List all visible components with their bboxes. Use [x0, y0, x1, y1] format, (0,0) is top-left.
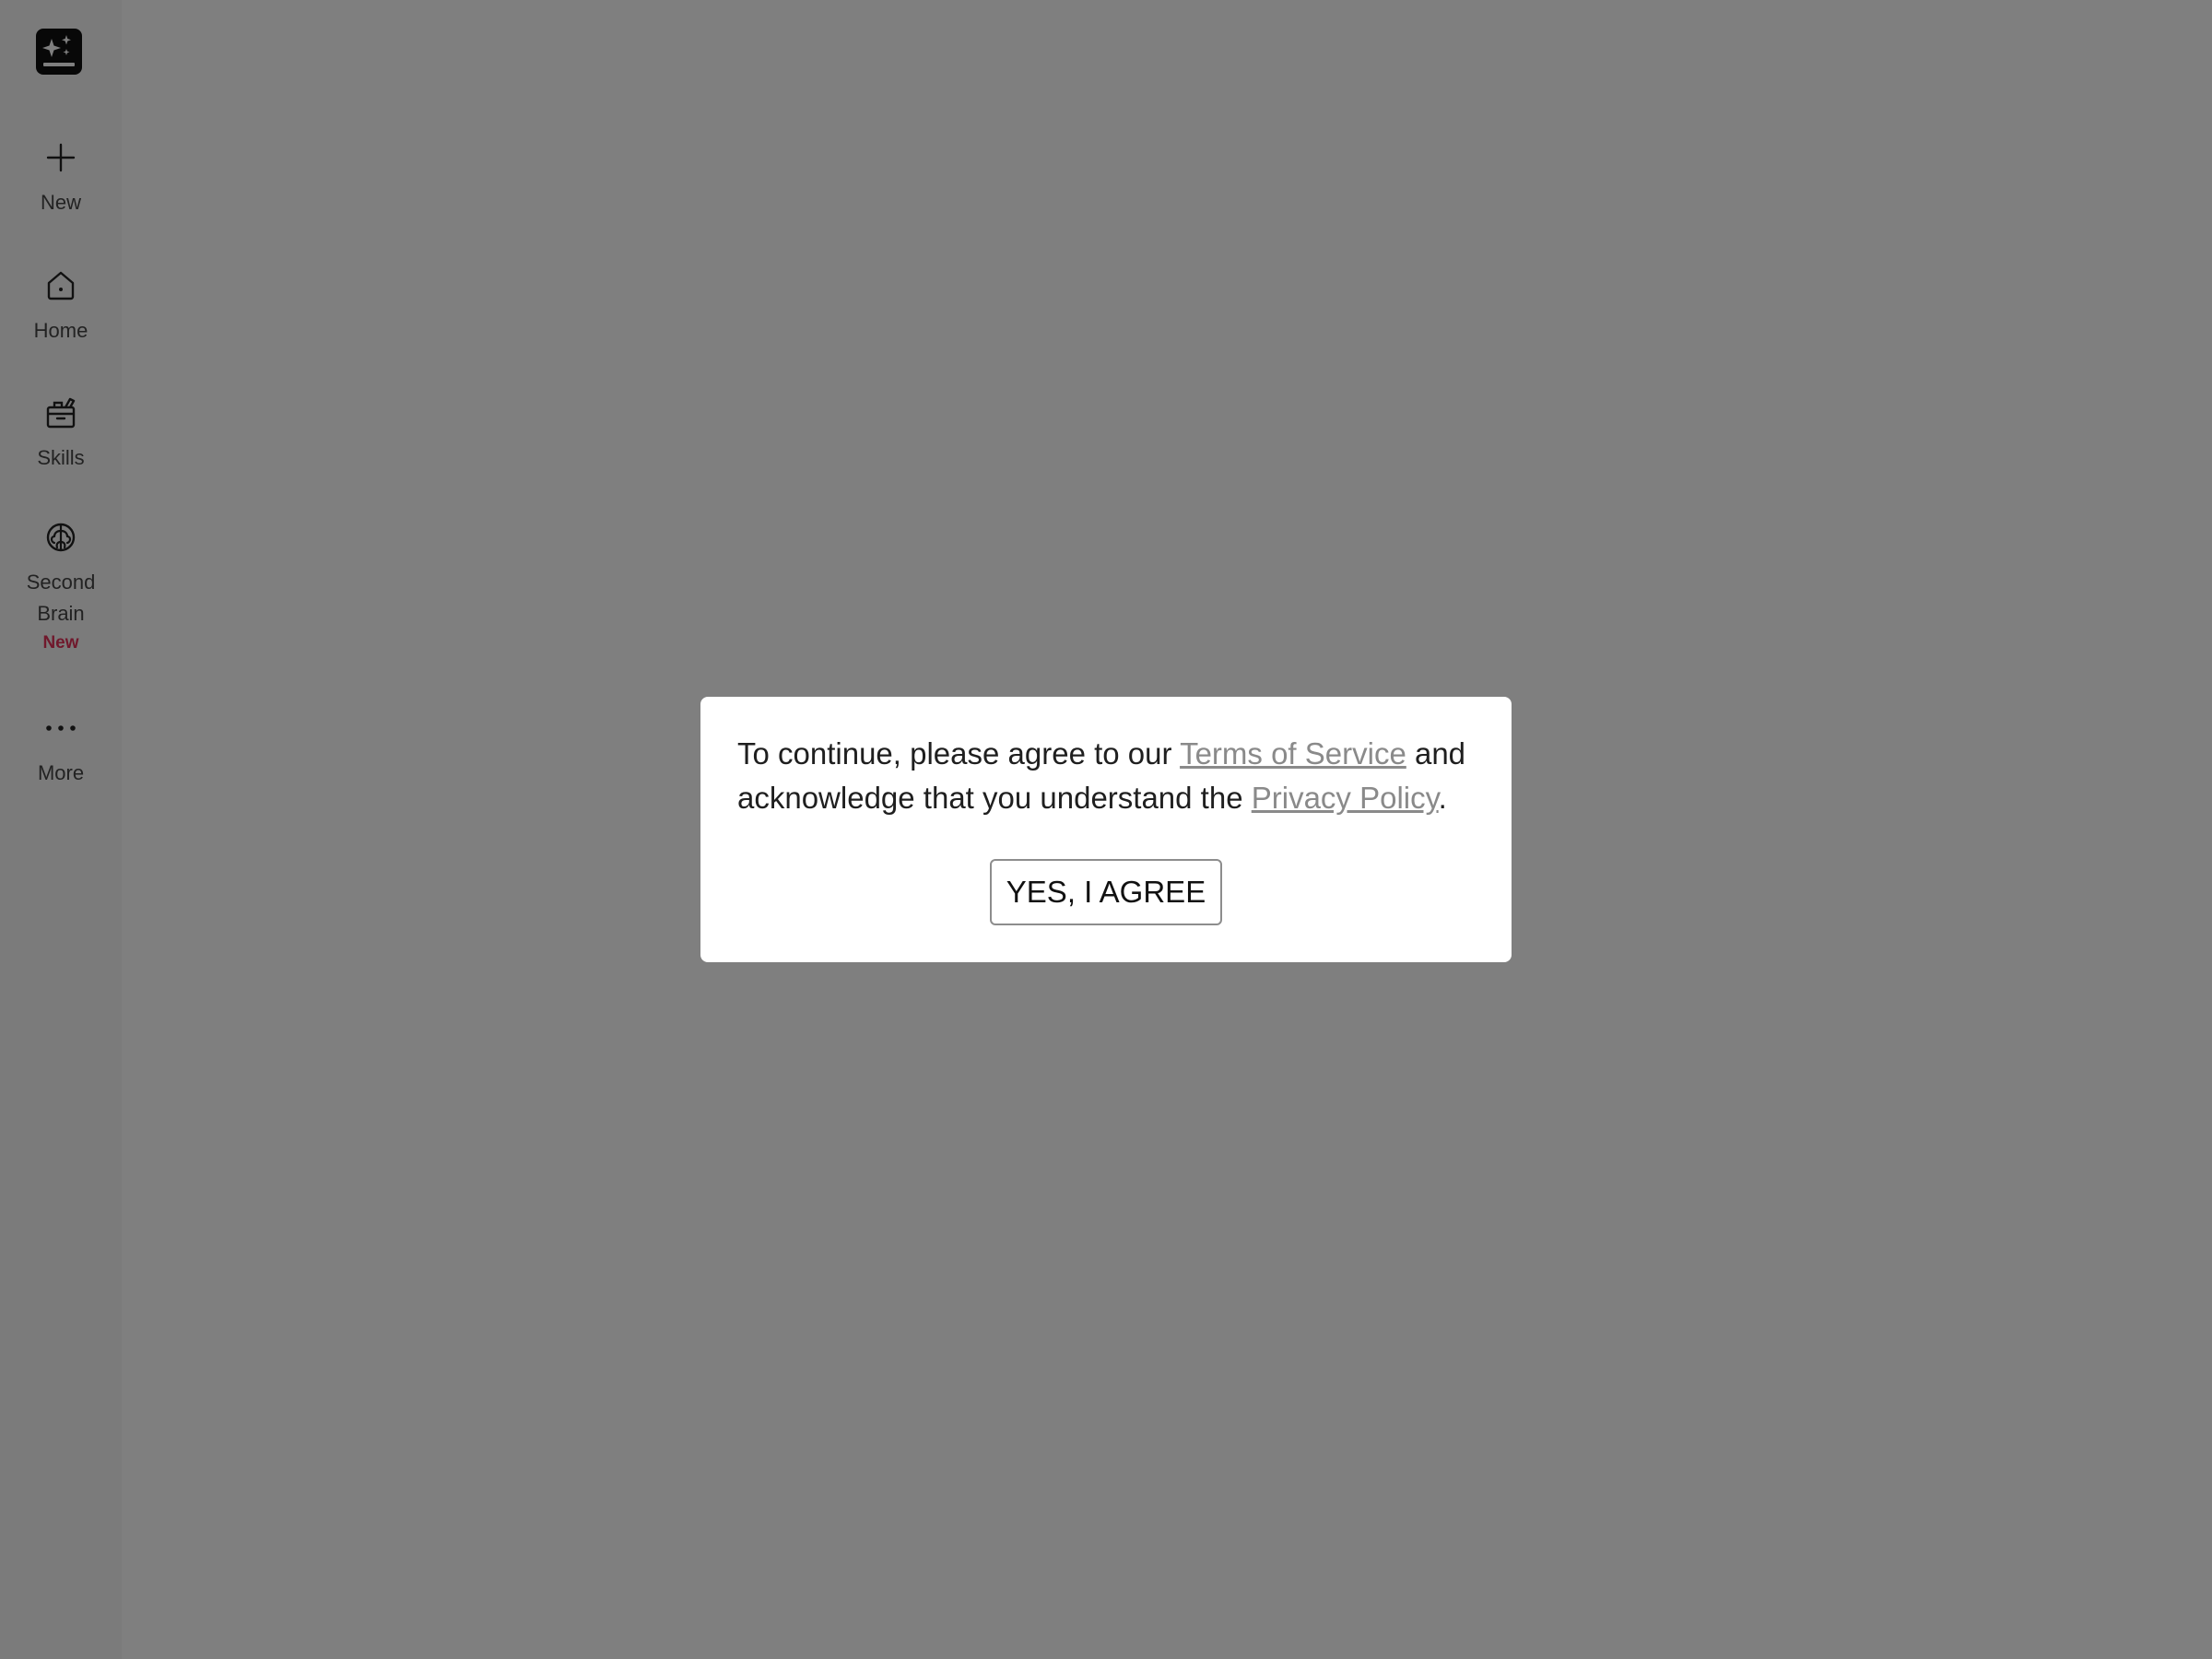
- terms-message-suffix: .: [1438, 781, 1447, 815]
- terms-dialog: To continue, please agree to our Terms o…: [700, 697, 1512, 962]
- privacy-policy-link[interactable]: Privacy Policy: [1252, 781, 1439, 815]
- app-window: New Home Skills: [0, 0, 2212, 1659]
- terms-message: To continue, please agree to our Terms o…: [737, 732, 1475, 820]
- agree-button[interactable]: YES, I AGREE: [990, 859, 1222, 925]
- terms-message-prefix: To continue, please agree to our: [737, 736, 1181, 771]
- terms-of-service-link[interactable]: Terms of Service: [1180, 736, 1406, 771]
